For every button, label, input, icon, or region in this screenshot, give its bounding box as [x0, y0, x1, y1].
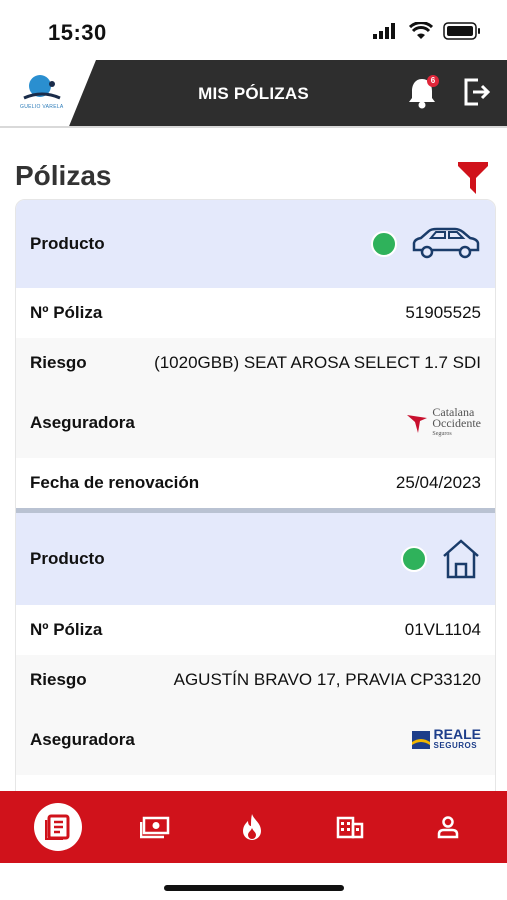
profile-icon — [437, 816, 459, 839]
risk-label: Riesgo — [30, 670, 87, 689]
policy-card[interactable]: Producto Nº Póliza 01VL1104 Riesgo AGUST… — [16, 513, 495, 775]
bottom-navigation — [0, 791, 507, 863]
building-icon — [337, 816, 364, 839]
policy-card[interactable]: Producto Nº Póliza 51905525 Riesgo (1020… — [16, 200, 495, 508]
app-header: GUELIO VARELA MIS PÓLIZAS 6 — [0, 60, 507, 128]
signal-icon — [373, 23, 395, 39]
product-label: Producto — [30, 234, 105, 253]
product-label: Producto — [30, 549, 105, 568]
insurer-logo: REALE SEGUROS — [411, 727, 481, 752]
policy-number-value: 51905525 — [405, 303, 481, 322]
nav-profile[interactable] — [423, 802, 473, 852]
insurer-row: Aseguradora REALE SEGUROS — [16, 705, 495, 775]
risk-value: (1020GBB) SEAT AROSA SELECT 1.7 SDI — [154, 353, 481, 372]
insurer-logo: Catalana Occidente Seguros — [406, 406, 481, 440]
home-indicator[interactable] — [164, 885, 344, 891]
notification-badge: 6 — [427, 75, 439, 87]
page-title: Pólizas — [15, 160, 112, 191]
car-icon — [412, 227, 480, 259]
nav-offices[interactable] — [325, 802, 375, 852]
renewal-label: Fecha de renovación — [30, 473, 200, 492]
logout-icon[interactable] — [462, 77, 492, 107]
status-bar: 15:30 — [0, 0, 507, 60]
policy-number-row: Nº Póliza 51905525 — [16, 288, 495, 338]
nav-policies[interactable] — [33, 803, 82, 851]
catalana-logo-icon — [407, 415, 428, 433]
status-indicator — [401, 546, 427, 572]
renewal-value: 25/04/2023 — [395, 473, 481, 492]
battery-icon — [443, 22, 480, 40]
logo-text: GUELIO VARELA — [20, 104, 64, 110]
insurer-row: Aseguradora Catalana Occidente Seguros — [16, 388, 495, 458]
policy-number-value: 01VL1104 — [404, 620, 481, 639]
renewal-row: Fecha de renovación 25/04/2023 — [16, 458, 495, 508]
filter-icon[interactable] — [456, 160, 490, 196]
fire-icon — [243, 814, 262, 840]
risk-row: Riesgo AGUSTÍN BRAVO 17, PRAVIA CP33120 — [16, 655, 495, 705]
policy-number-label: Nº Póliza — [30, 620, 103, 639]
status-icons — [373, 22, 481, 40]
product-row: Producto — [16, 200, 495, 288]
policies-icon — [44, 814, 70, 840]
insurer-label: Aseguradora — [30, 730, 135, 749]
insurer-name-line2: SEGUROS — [433, 741, 478, 750]
status-indicator — [371, 231, 397, 257]
insurer-name-line3: Seguros — [432, 430, 452, 437]
money-icon — [139, 816, 169, 839]
policy-number-label: Nº Póliza — [30, 303, 103, 322]
status-time: 15:30 — [48, 20, 107, 45]
policy-number-row: Nº Póliza 01VL1104 — [16, 605, 495, 655]
risk-value: AGUSTÍN BRAVO 17, PRAVIA CP33120 — [173, 670, 481, 689]
wifi-icon — [409, 22, 433, 39]
risk-row: Riesgo (1020GBB) SEAT AROSA SELECT 1.7 S… — [16, 338, 495, 388]
nav-claims[interactable] — [227, 802, 277, 852]
nav-payments[interactable] — [130, 802, 180, 852]
house-icon — [443, 539, 479, 579]
insurer-label: Aseguradora — [30, 413, 135, 432]
risk-label: Riesgo — [30, 353, 87, 372]
insurer-name-line2: Occidente — [432, 415, 481, 430]
policy-list[interactable]: Producto Nº Póliza 51905525 Riesgo (1020… — [15, 199, 496, 793]
product-row: Producto — [16, 513, 495, 605]
reale-logo-icon — [411, 731, 430, 749]
